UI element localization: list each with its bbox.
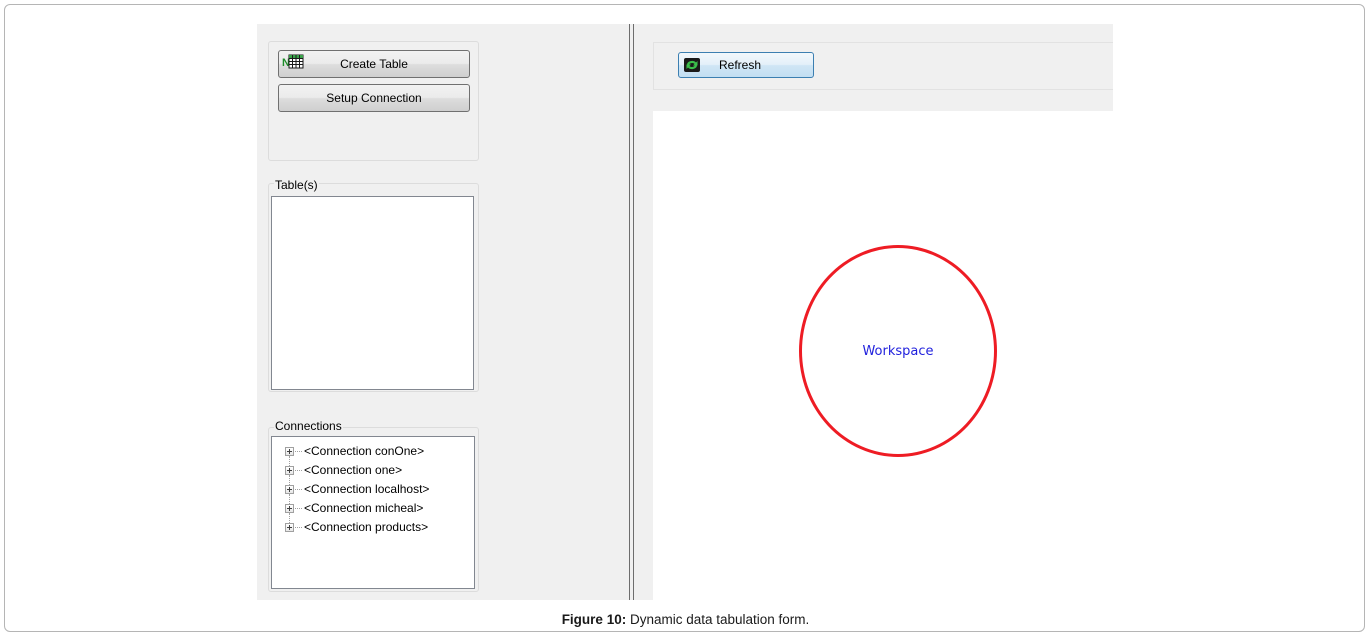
workspace-toolbar: Refresh [653, 42, 1113, 90]
connections-tree[interactable]: <Connection conOne> <Connection one> <Co… [271, 436, 475, 589]
tree-item-label: <Connection products> [304, 520, 429, 534]
tree-item-label: <Connection one> [304, 463, 403, 477]
workspace-label: Workspace [862, 343, 934, 359]
splitter-line [629, 24, 630, 600]
refresh-label: Refresh [719, 58, 762, 72]
connections-group-label: Connections [274, 419, 343, 433]
caption-prefix: Figure 10: [561, 612, 627, 627]
refresh-button[interactable]: Refresh [678, 52, 814, 78]
plus-expander-icon[interactable] [285, 504, 294, 513]
setup-connection-button[interactable]: Setup Connection [278, 84, 470, 112]
plus-expander-icon[interactable] [285, 523, 294, 532]
workspace-circle: Workspace [799, 245, 997, 457]
tree-connector-line [295, 470, 302, 471]
refresh-arrows-icon [684, 58, 700, 72]
new-table-grid-icon: N [282, 54, 304, 69]
panel-splitter[interactable] [629, 24, 638, 600]
tables-group-label: Table(s) [274, 178, 319, 192]
workspace-canvas[interactable]: Workspace [653, 111, 1113, 600]
tree-item-label: <Connection conOne> [304, 444, 425, 458]
right-panel: Refresh Workspace [653, 24, 1113, 600]
tables-list[interactable] [271, 196, 474, 390]
plus-expander-icon[interactable] [285, 447, 294, 456]
create-table-label: Create Table [340, 57, 408, 71]
tree-connector-line [295, 489, 302, 490]
tree-item-label: <Connection micheal> [304, 501, 424, 515]
tree-item-localhost[interactable]: <Connection localhost> [272, 480, 474, 504]
figure-caption: Figure 10: Dynamic data tabulation form. [0, 612, 1371, 628]
left-panel: N Create Table Setup Connection Table(s)… [257, 24, 629, 600]
plus-expander-icon[interactable] [285, 485, 294, 494]
caption-text: Dynamic data tabulation form. [626, 612, 810, 627]
tree-item-conone[interactable]: <Connection conOne> [272, 442, 474, 466]
tree-item-one[interactable]: <Connection one> [272, 461, 474, 485]
tree-connector-line [295, 527, 302, 528]
plus-expander-icon[interactable] [285, 466, 294, 475]
setup-connection-label: Setup Connection [326, 91, 422, 105]
tree-connector-line [295, 451, 302, 452]
connections-tree-items: <Connection conOne> <Connection one> <Co… [272, 442, 474, 537]
create-table-button[interactable]: N Create Table [278, 50, 470, 78]
tree-item-label: <Connection localhost> [304, 482, 430, 496]
tree-connector-line [295, 508, 302, 509]
app-window: N Create Table Setup Connection Table(s)… [257, 24, 1113, 600]
tree-item-products[interactable]: <Connection products> [272, 518, 474, 537]
splitter-line [633, 24, 634, 600]
tree-item-micheal[interactable]: <Connection micheal> [272, 499, 474, 523]
